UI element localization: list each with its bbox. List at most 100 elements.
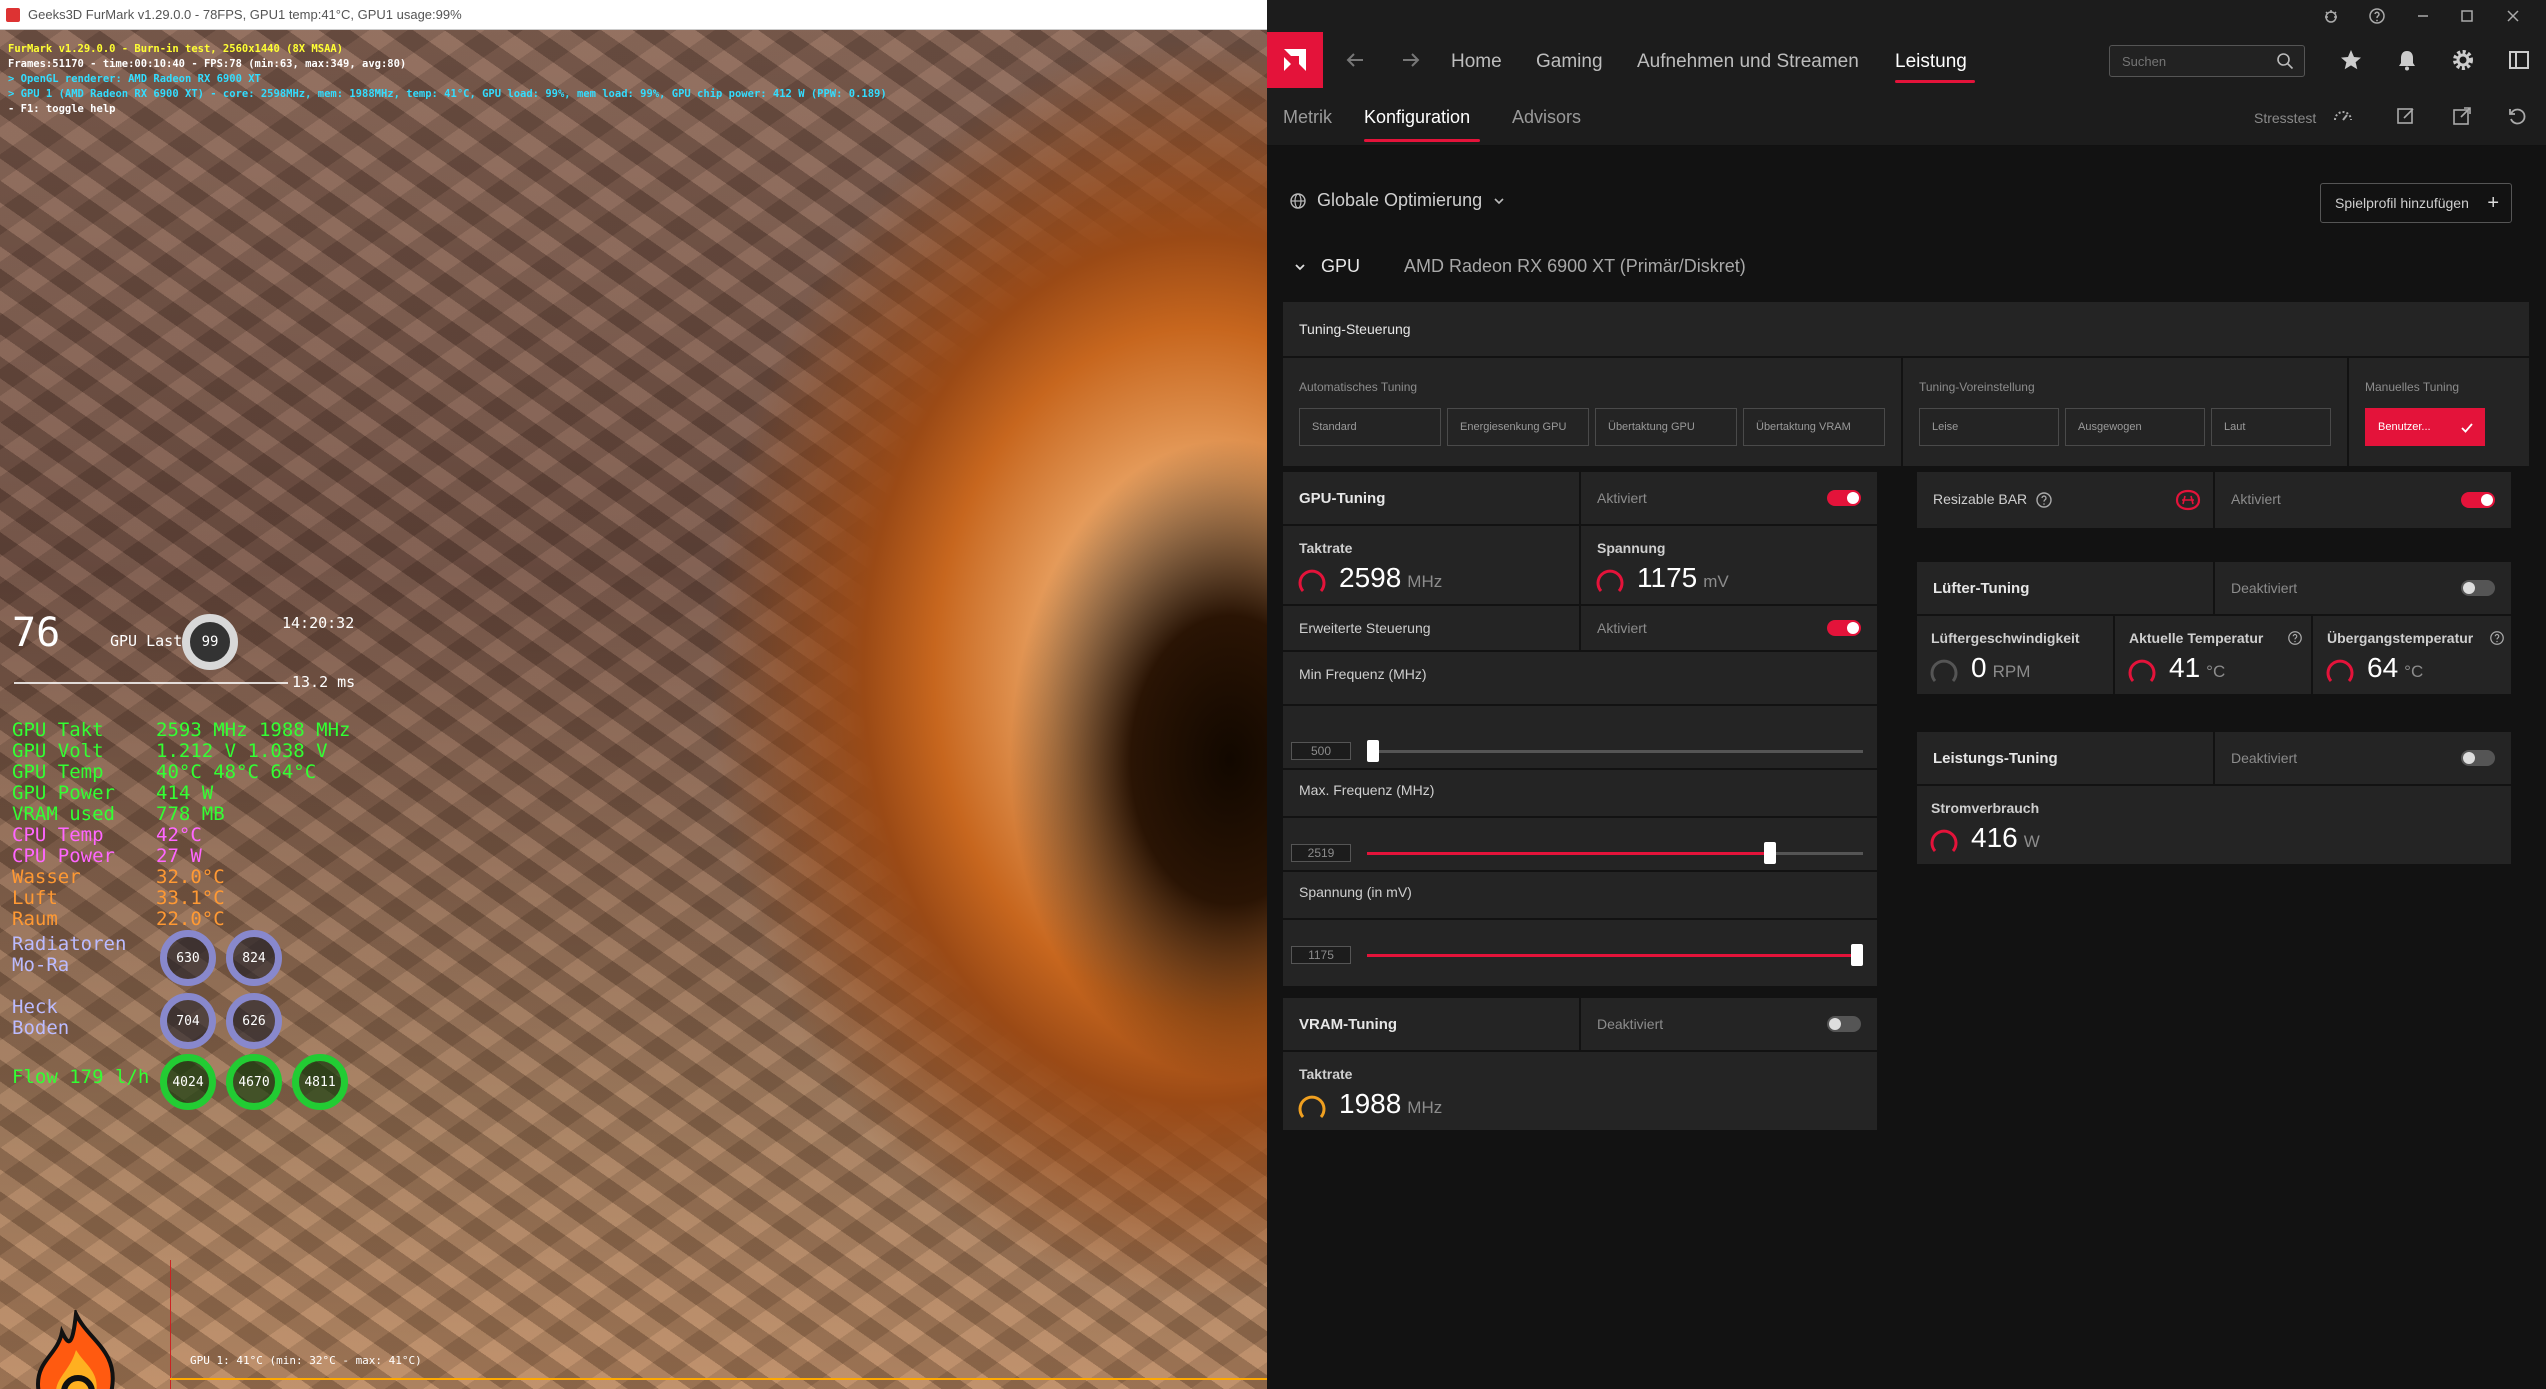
gpu-tuning-title: GPU-Tuning — [1299, 490, 1386, 507]
furmark-info-line: Frames:51170 - time:00:10:40 - FPS:78 (m… — [8, 58, 407, 70]
bug-report-icon[interactable] — [2321, 6, 2341, 26]
preset-quiet-button[interactable]: Leise — [1919, 408, 2059, 446]
advanced-control-toggle[interactable] — [1827, 620, 1861, 636]
reset-icon[interactable] — [2505, 104, 2529, 128]
furmark-graph-axis — [170, 1260, 171, 1389]
fan-tuning-toggle[interactable] — [2461, 580, 2495, 596]
preset-undervolt-gpu-button[interactable]: Energiesenkung GPU — [1447, 408, 1589, 446]
voltage-slider[interactable] — [1851, 944, 1863, 966]
osd-fan-gauge: 824 — [226, 930, 282, 986]
junction-temperature-gauge-icon — [2326, 659, 2354, 682]
fan-tuning-state: Deaktiviert — [2231, 580, 2298, 596]
preset-overclock-gpu-button[interactable]: Übertaktung GPU — [1595, 408, 1737, 446]
divider — [1579, 472, 1581, 524]
temperature-gauge-icon — [2128, 659, 2156, 682]
nav-gaming[interactable]: Gaming — [1536, 51, 1603, 73]
tuning-control-header: Tuning-Steuerung — [1283, 302, 2529, 356]
preset-loud-button[interactable]: Laut — [2211, 408, 2331, 446]
osd-row: GPU Takt 2593 MHz 1988 MHz — [12, 720, 350, 741]
nav-streaming[interactable]: Aufnehmen und Streamen — [1637, 51, 1859, 73]
min-frequency-value[interactable]: 500 — [1291, 742, 1351, 760]
stresstest-gauge-icon[interactable] — [2331, 104, 2355, 128]
help-icon[interactable] — [2367, 6, 2387, 26]
divider — [1283, 768, 1877, 770]
search-icon[interactable] — [2276, 52, 2294, 70]
help-icon[interactable] — [2035, 491, 2053, 509]
max-frequency-value[interactable]: 2519 — [1291, 844, 1351, 862]
voltage-value[interactable]: 1175 — [1291, 946, 1351, 964]
amd-titlebar — [1267, 0, 2546, 32]
furmark-window: Geeks3D FurMark v1.29.0.0 - 78FPS, GPU1 … — [0, 0, 1267, 1389]
help-icon[interactable] — [2489, 630, 2505, 646]
furmark-info-line: > GPU 1 (AMD Radeon RX 6900 XT) - core: … — [8, 88, 887, 100]
min-frequency-track[interactable] — [1367, 750, 1863, 753]
nav-performance[interactable]: Leistung — [1895, 51, 1967, 73]
furmark-info-line: - F1: toggle help — [8, 103, 116, 115]
power-consumption-unit: W — [2023, 832, 2040, 851]
nav-home[interactable]: Home — [1451, 51, 1502, 73]
fan-tuning-header: Lüfter-Tuning Deaktiviert — [1917, 562, 2511, 614]
star-icon[interactable] — [2337, 46, 2365, 74]
chevron-down-icon — [1295, 263, 1305, 270]
tab-configuration[interactable]: Konfiguration — [1364, 107, 1470, 128]
amd-software-window: Home Gaming Aufnehmen und Streamen Leist… — [1267, 0, 2546, 1389]
fan-speed-value: 0 RPM — [1971, 652, 2030, 684]
forward-arrow-icon[interactable] — [1399, 48, 1423, 72]
back-arrow-icon[interactable] — [1343, 48, 1367, 72]
global-optimization-label: Globale Optimierung — [1317, 190, 1483, 210]
osd-row-value: 22.0°C — [156, 908, 225, 930]
vram-tuning-toggle[interactable] — [1827, 1016, 1861, 1032]
help-icon[interactable] — [2287, 630, 2303, 646]
minimize-icon[interactable] — [2413, 6, 2433, 26]
max-frequency-label: Max. Frequenz (MHz) — [1299, 782, 1435, 798]
furmark-temperature-graph: GPU 1: 41°C (min: 32°C - max: 41°C) — [170, 1260, 1267, 1389]
search-box[interactable] — [2109, 45, 2305, 77]
preset-standard-button[interactable]: Standard — [1299, 408, 1441, 446]
furmark-titlebar[interactable]: Geeks3D FurMark v1.29.0.0 - 78FPS, GPU1 … — [0, 0, 1267, 30]
bell-icon[interactable] — [2393, 46, 2421, 74]
resizable-bar-toggle[interactable] — [2461, 492, 2495, 508]
amd-logo[interactable] — [1267, 32, 1323, 88]
gear-icon[interactable] — [2449, 46, 2477, 74]
advanced-control-label: Erweiterte Steuerung — [1299, 620, 1431, 636]
tuning-control-title: Tuning-Steuerung — [1299, 321, 1411, 337]
power-tuning-state: Deaktiviert — [2231, 750, 2298, 766]
resizable-bar-title: Resizable BAR — [1933, 491, 2028, 507]
vram-clock-value: 1988 MHz — [1339, 1088, 1442, 1120]
power-tuning-toggle[interactable] — [2461, 750, 2495, 766]
osd-mora-label: Mo-Ra — [12, 954, 70, 976]
sidebar-panel-icon[interactable] — [2505, 46, 2533, 74]
osd-row-value: 32.0°C — [156, 866, 225, 888]
global-optimization-dropdown[interactable]: Globale Optimierung — [1289, 190, 1506, 211]
vram-clock-cell: Taktrate 1988 MHz — [1283, 1052, 1877, 1130]
gpu-name: AMD Radeon RX 6900 XT (Primär/Diskret) — [1404, 256, 1746, 276]
gpu-clock-cell: Taktrate 2598 MHz — [1283, 526, 1579, 604]
osd-row: CPU Power 27 W — [12, 846, 202, 867]
osd-row-label: GPU Volt — [12, 740, 104, 762]
tab-advisors[interactable]: Advisors — [1512, 107, 1581, 128]
tab-metrics[interactable]: Metrik — [1283, 107, 1332, 128]
close-icon[interactable] — [2503, 6, 2523, 26]
fan-speed-label: Lüftergeschwindigkeit — [1931, 630, 2080, 646]
preset-balanced-button[interactable]: Ausgewogen — [2065, 408, 2205, 446]
osd-row-label: VRAM used — [12, 803, 115, 825]
min-frequency-slider[interactable] — [1367, 740, 1379, 762]
gpu-clock-number: 2598 — [1339, 562, 1402, 593]
gpu-tuning-toggle[interactable] — [1827, 490, 1861, 506]
add-game-profile-button[interactable]: Spielprofil hinzufügen + — [2320, 183, 2512, 223]
preset-custom-button[interactable]: Benutzer... — [2365, 408, 2485, 446]
edit-icon[interactable] — [2394, 104, 2418, 128]
checkmark-icon — [2461, 423, 2473, 433]
max-frequency-slider[interactable] — [1764, 842, 1776, 864]
manual-tuning-panel: Manuelles Tuning Benutzer... — [2349, 358, 2529, 466]
search-input[interactable] — [2110, 46, 2270, 76]
preset-overclock-vram-button[interactable]: Übertaktung VRAM — [1743, 408, 1885, 446]
export-icon[interactable] — [2450, 104, 2474, 128]
furmark-render-canvas: FurMark v1.29.0.0 - Burn-in test, 2560x1… — [0, 30, 1267, 1389]
gpu-section-header[interactable]: GPU AMD Radeon RX 6900 XT (Primär/Diskre… — [1293, 256, 1746, 277]
maximize-icon[interactable] — [2457, 6, 2477, 26]
gpu-label: GPU — [1321, 256, 1361, 276]
osd-frametime: 13.2 ms — [292, 673, 356, 691]
stresstest-label[interactable]: Stresstest — [2254, 110, 2316, 126]
osd-row-label: CPU Power — [12, 845, 115, 867]
